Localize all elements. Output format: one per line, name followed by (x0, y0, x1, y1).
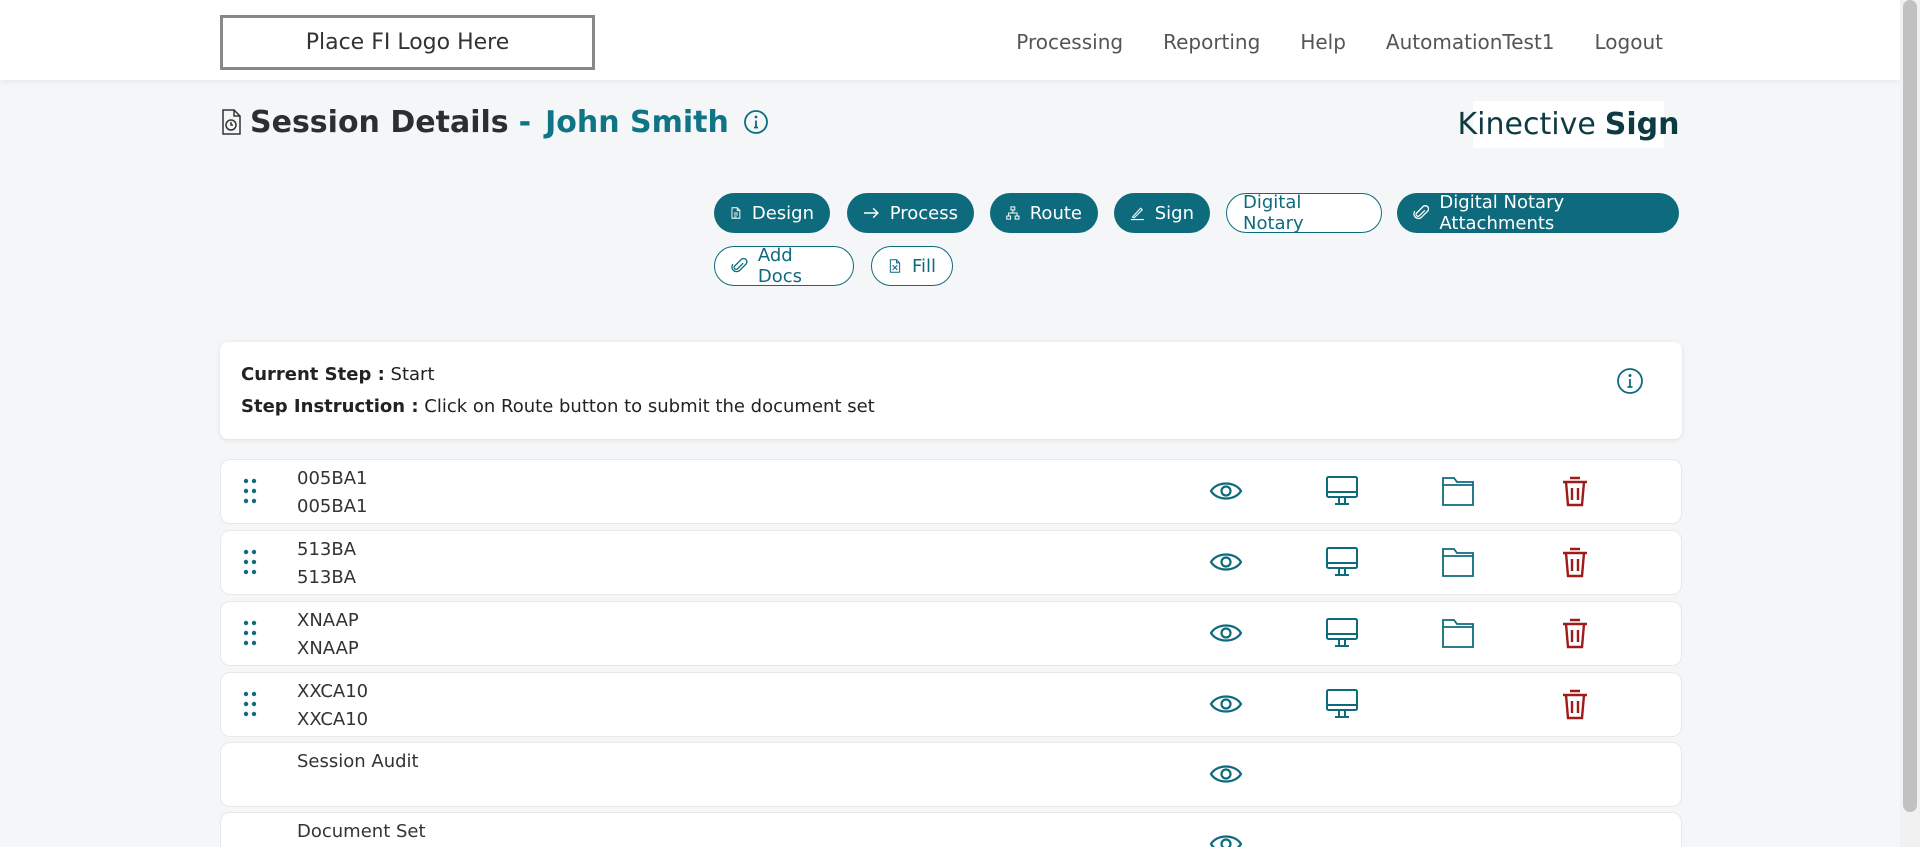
step-instruction-line: Step Instruction : Click on Route button… (241, 396, 875, 417)
document-row: Session Audit (220, 742, 1682, 807)
trash-icon[interactable] (1558, 545, 1592, 579)
drag-handle-icon[interactable] (243, 478, 257, 504)
top-bar: Place FI Logo Here Processing Reporting … (0, 0, 1900, 80)
document-history-icon (222, 109, 241, 135)
eye-icon[interactable] (1209, 545, 1243, 579)
monitor-icon[interactable] (1325, 474, 1359, 508)
drag-handle-icon[interactable] (243, 691, 257, 717)
trash-icon[interactable] (1558, 687, 1592, 721)
design-button[interactable]: Design (714, 193, 830, 233)
info-icon[interactable] (1616, 367, 1644, 395)
nav-help[interactable]: Help (1300, 30, 1346, 54)
current-step-value: Start (390, 364, 435, 385)
brand-bold: Sign (1604, 107, 1680, 142)
document-row: XXCA10 XXCA10 (220, 672, 1682, 737)
pen-icon (1130, 207, 1144, 221)
document-icon (731, 207, 741, 219)
logo-placeholder: Place FI Logo Here (220, 15, 595, 70)
add-docs-button[interactable]: Add Docs (714, 245, 854, 287)
monitor-icon[interactable] (1325, 687, 1359, 721)
document-row: 005BA1 005BA1 (220, 459, 1682, 524)
folder-icon[interactable] (1441, 474, 1475, 508)
eye-icon[interactable] (1209, 757, 1243, 791)
document-row: 513BA 513BA (220, 530, 1682, 595)
trash-icon[interactable] (1558, 616, 1592, 650)
document-name: Document Set (297, 821, 426, 842)
step-instruction-value: Click on Route button to submit the docu… (424, 396, 875, 417)
paperclip-icon (1413, 205, 1430, 220)
step-instruction-label: Step Instruction : (241, 396, 419, 417)
info-icon[interactable] (743, 109, 769, 135)
main-nav: Processing Reporting Help AutomationTest… (1016, 0, 1663, 84)
nav-logout[interactable]: Logout (1595, 30, 1663, 54)
folder-icon[interactable] (1441, 545, 1475, 579)
sign-button[interactable]: Sign (1114, 193, 1210, 233)
eye-icon[interactable] (1209, 687, 1243, 721)
document-name: 513BA (297, 539, 357, 560)
drag-handle-icon[interactable] (243, 549, 257, 575)
customer-name: John Smith (545, 104, 729, 140)
scrollbar-thumb[interactable] (1903, 0, 1917, 812)
current-step-label: Current Step : (241, 364, 385, 385)
monitor-icon[interactable] (1325, 616, 1359, 650)
process-button[interactable]: Process (847, 193, 974, 233)
arrow-right-icon (863, 207, 879, 219)
trash-icon[interactable] (1558, 474, 1592, 508)
title-separator: - (518, 104, 532, 140)
nav-processing[interactable]: Processing (1016, 30, 1123, 54)
document-subtitle: XNAAP (297, 638, 359, 659)
route-button[interactable]: Route (990, 193, 1098, 233)
eye-icon[interactable] (1209, 827, 1243, 847)
hierarchy-icon (1006, 206, 1020, 220)
document-row: Document Set (220, 812, 1682, 847)
brand-light: Kinective (1457, 107, 1596, 142)
brand-logo: Kinective Sign (1458, 101, 1680, 148)
document-name: 005BA1 (297, 468, 368, 489)
document-name: Session Audit (297, 751, 419, 772)
digital-notary-button[interactable]: Digital Notary (1226, 192, 1382, 234)
page-title: Session Details (250, 104, 509, 140)
file-fill-icon (889, 259, 901, 273)
nav-reporting[interactable]: Reporting (1163, 30, 1260, 54)
monitor-icon[interactable] (1325, 545, 1359, 579)
document-subtitle: XXCA10 (297, 709, 369, 730)
current-step-card: Current Step : Start Step Instruction : … (220, 342, 1682, 439)
paperclip-icon (731, 257, 748, 273)
current-step-line: Current Step : Start (241, 364, 435, 385)
drag-handle-icon[interactable] (243, 620, 257, 646)
document-name: XNAAP (297, 610, 359, 631)
document-row: XNAAP XNAAP (220, 601, 1682, 666)
document-name: XXCA10 (297, 681, 369, 702)
nav-user[interactable]: AutomationTest1 (1386, 30, 1555, 54)
eye-icon[interactable] (1209, 616, 1243, 650)
folder-icon[interactable] (1441, 616, 1475, 650)
fill-button[interactable]: Fill (871, 246, 953, 286)
digital-notary-attachments-button[interactable]: Digital Notary Attachments (1397, 192, 1679, 234)
eye-icon[interactable] (1209, 474, 1243, 508)
document-subtitle: 513BA (297, 567, 357, 588)
page-title-row: Session Details - John Smith (220, 104, 769, 140)
document-subtitle: 005BA1 (297, 496, 368, 517)
